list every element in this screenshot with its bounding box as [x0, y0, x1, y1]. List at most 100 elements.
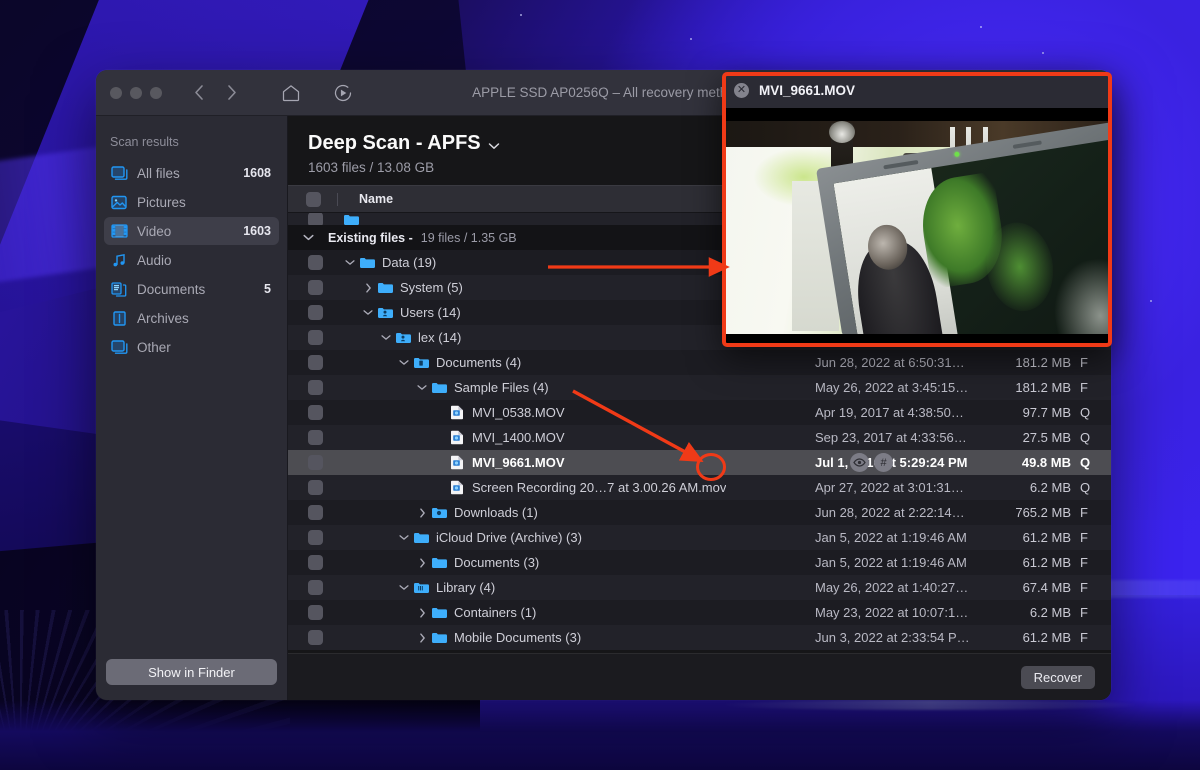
row-actions[interactable]: #	[850, 453, 893, 472]
sidebar-label: Pictures	[137, 194, 186, 210]
row-name: Library (4)	[436, 580, 496, 595]
table-row[interactable]: Library (4) May 26, 2022 at 1:40:27… 67.4 …	[288, 575, 1111, 600]
row-checkbox[interactable]	[307, 580, 323, 595]
sidebar-item-other[interactable]: Other	[104, 333, 279, 361]
row-size: 181.2 MB	[1015, 355, 1071, 370]
chevron-down-icon[interactable]	[378, 334, 394, 341]
close-window-button[interactable]	[110, 86, 122, 99]
folder-dl-icon	[430, 505, 447, 520]
back-button[interactable]	[188, 82, 210, 104]
row-name: Users (14)	[400, 305, 461, 320]
chevron-down-icon[interactable]	[300, 234, 316, 241]
select-all-checkbox[interactable]	[306, 191, 321, 207]
group-title: Existing files -	[328, 230, 413, 245]
desktop: APPLE SSD AP0256Q – All recovery metho S…	[0, 0, 1200, 770]
preview-titlebar: ✕ MVI_9661.MOV	[722, 72, 1112, 108]
content-footer: Recover	[288, 653, 1111, 700]
sidebar-item-video[interactable]: Video 1603	[104, 217, 279, 245]
table-row[interactable]: MVI_9661.MOV #Jul 1, 2016 at 5:29:24 PM 49…	[288, 450, 1111, 475]
forward-button[interactable]	[220, 82, 242, 104]
home-icon[interactable]	[278, 80, 304, 106]
row-date: Apr 19, 2017 at 4:38:50…	[815, 405, 964, 420]
row-date: Jun 28, 2022 at 2:22:14…	[815, 505, 965, 520]
row-checkbox[interactable]	[307, 480, 323, 495]
row-checkbox[interactable]	[307, 255, 323, 270]
row-size: 765.2 MB	[1015, 505, 1071, 520]
chevron-right-icon[interactable]	[414, 557, 430, 568]
row-date: May 26, 2022 at 1:40:27…	[815, 580, 969, 595]
row-checkbox[interactable]	[307, 505, 323, 520]
sidebar-item-all-files[interactable]: All files 1608	[104, 159, 279, 187]
row-checkbox[interactable]	[307, 530, 323, 545]
row-checkbox[interactable]	[307, 355, 323, 370]
hash-icon[interactable]: #	[874, 453, 893, 472]
row-checkbox[interactable]	[307, 605, 323, 620]
movie-file-icon	[448, 455, 465, 470]
chevron-down-icon[interactable]	[396, 534, 412, 541]
row-checkbox[interactable]	[307, 405, 323, 420]
table-row[interactable]: Downloads (1) Jun 28, 2022 at 2:22:14… 765…	[288, 500, 1111, 525]
row-checkbox[interactable]	[307, 213, 323, 225]
table-row[interactable]: Containers (1) May 23, 2022 at 10:07:1… 6.…	[288, 600, 1111, 625]
row-checkbox[interactable]	[307, 555, 323, 570]
sidebar-item-pictures[interactable]: Pictures	[104, 188, 279, 216]
recover-button[interactable]: Recover	[1020, 665, 1095, 689]
show-in-finder-button[interactable]: Show in Finder	[106, 659, 277, 685]
chevron-right-icon[interactable]	[414, 632, 430, 643]
row-name: Mobile Documents (3)	[454, 630, 582, 645]
chevron-right-icon[interactable]	[360, 282, 376, 293]
row-checkbox[interactable]	[307, 380, 323, 395]
chevron-right-icon[interactable]	[414, 507, 430, 518]
row-checkbox[interactable]	[307, 305, 323, 320]
eye-icon[interactable]	[850, 453, 869, 472]
row-checkbox[interactable]	[307, 430, 323, 445]
row-checkbox[interactable]	[307, 630, 323, 645]
minimize-window-button[interactable]	[130, 86, 142, 99]
row-checkbox[interactable]	[307, 280, 323, 295]
nav-buttons[interactable]	[188, 82, 242, 104]
row-name: Screen Recording 20…7 at 3.00.26 AM.mov	[472, 480, 727, 495]
row-checkbox[interactable]	[307, 330, 323, 345]
table-row[interactable]: Sample Files (4) May 26, 2022 at 3:45:15……	[288, 375, 1111, 400]
sidebar-item-documents[interactable]: Documents 5	[104, 275, 279, 303]
maximize-window-button[interactable]	[150, 86, 162, 99]
chevron-down-icon[interactable]	[396, 359, 412, 366]
table-row[interactable]: iCloud Drive (Archive) (3) Jan 5, 2022 at…	[288, 525, 1111, 550]
history-icon[interactable]	[330, 80, 356, 106]
preview-media[interactable]	[722, 108, 1112, 347]
archives-icon	[110, 309, 128, 327]
folder-icon	[376, 280, 393, 295]
preview-window: ✕ MVI_9661.MOV	[722, 72, 1112, 347]
sidebar-count: 1608	[243, 166, 271, 180]
chevron-down-icon[interactable]	[414, 384, 430, 391]
close-circle-icon[interactable]: ✕	[734, 82, 749, 98]
table-row[interactable]: Documents (4) Jun 28, 2022 at 6:50:31… 181…	[288, 350, 1111, 375]
table-row[interactable]: MVI_0538.MOV Apr 19, 2017 at 4:38:50… 97.7…	[288, 400, 1111, 425]
table-row[interactable]: MVI_1400.MOV Sep 23, 2017 at 4:33:56… 27.5…	[288, 425, 1111, 450]
sidebar-label: Other	[137, 339, 171, 355]
group-meta: 19 files / 1.35 GB	[420, 230, 517, 245]
row-kind: F	[1080, 630, 1088, 645]
sidebar-item-audio[interactable]: Audio	[104, 246, 279, 274]
traffic-lights[interactable]	[110, 86, 162, 99]
row-name: Sample Files (4)	[454, 380, 549, 395]
sidebar-item-archives[interactable]: Archives	[104, 304, 279, 332]
row-name: lex (14)	[418, 330, 462, 345]
table-row[interactable]: Mobile Documents (3) Jun 3, 2022 at 2:33:…	[288, 625, 1111, 650]
folder-icon	[412, 530, 429, 545]
row-name: MVI_0538.MOV	[472, 405, 565, 420]
chevron-down-icon[interactable]	[396, 584, 412, 591]
row-name: Data (19)	[382, 255, 437, 270]
table-row[interactable]: Documents (3) Jan 5, 2022 at 1:19:46 AM 61…	[288, 550, 1111, 575]
row-date: Sep 23, 2017 at 4:33:56…	[815, 430, 967, 445]
row-checkbox[interactable]	[307, 455, 323, 470]
chevron-down-icon[interactable]	[360, 309, 376, 316]
table-row[interactable]: Screen Recording 20…7 at 3.00.26 AM.mov A…	[288, 475, 1111, 500]
chevron-right-icon[interactable]	[414, 607, 430, 618]
movie-file-icon	[448, 430, 465, 445]
row-kind: Q	[1080, 480, 1091, 495]
row-kind: F	[1080, 555, 1088, 570]
preview-filename: MVI_9661.MOV	[759, 82, 856, 98]
row-kind: F	[1080, 355, 1088, 370]
chevron-down-icon[interactable]	[342, 259, 358, 266]
